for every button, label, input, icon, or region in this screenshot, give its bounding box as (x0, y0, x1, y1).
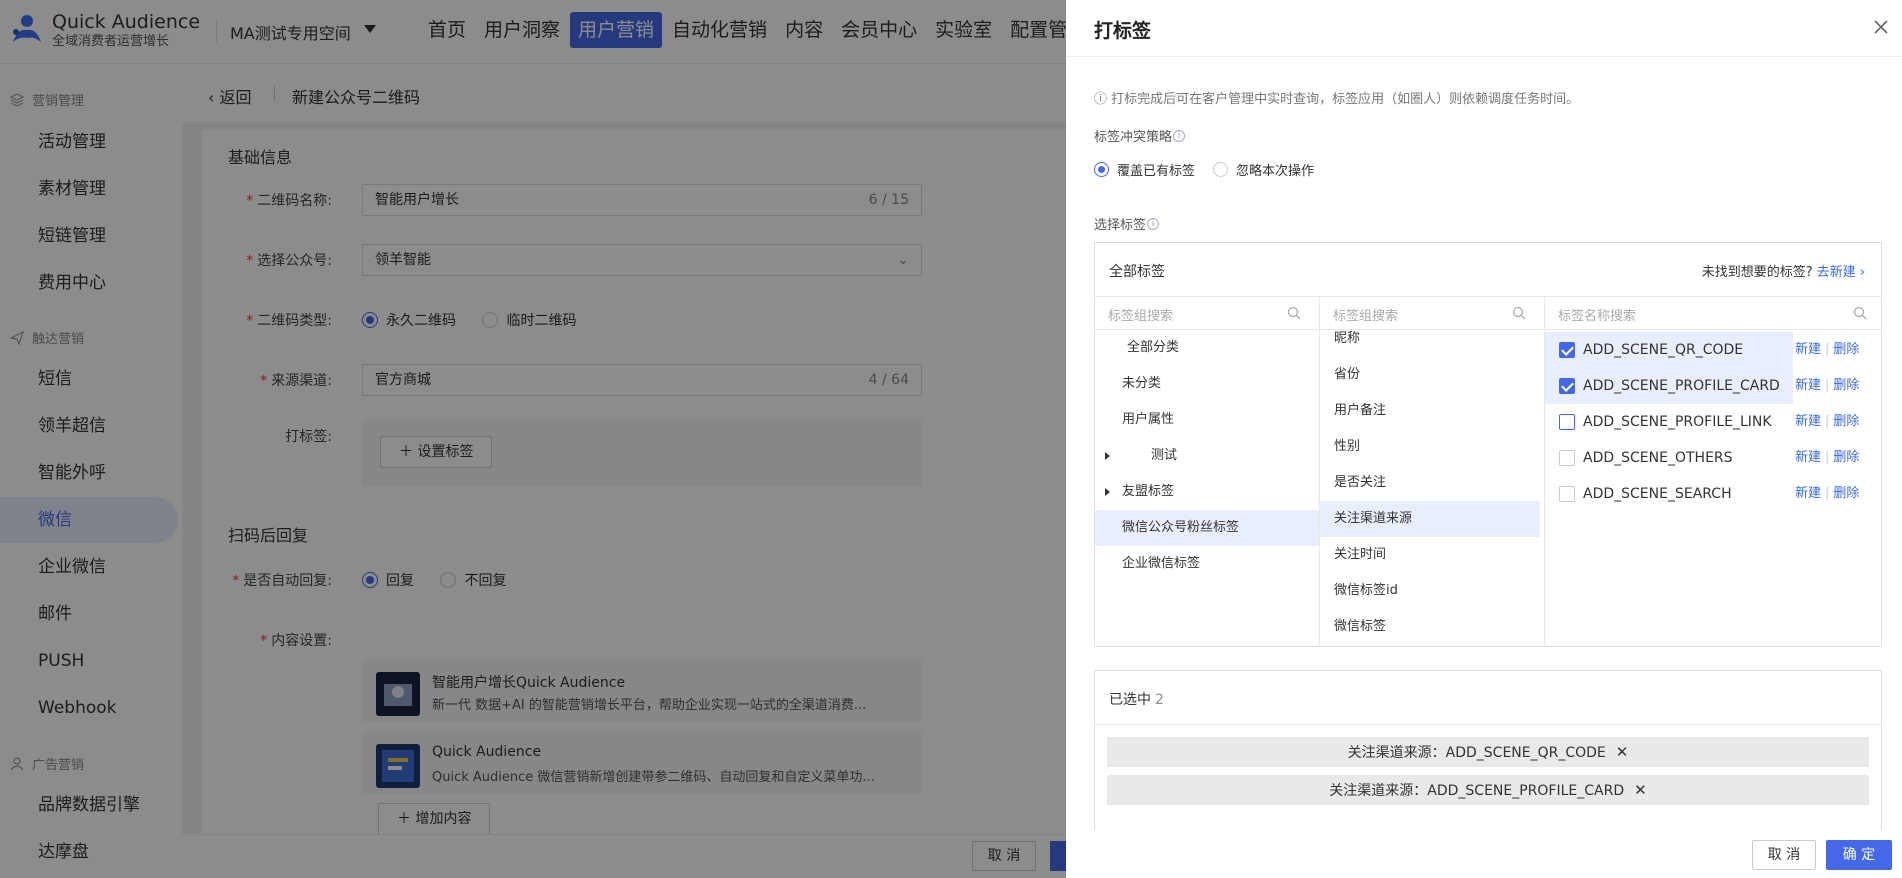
tag-item[interactable]: ADD_SCENE_PROFILE_CARD 新建 | 删除 (1545, 368, 1881, 404)
tag-group-label: 未分类 (1122, 376, 1162, 391)
radio-ignore[interactable]: 忽略本次操作 (1213, 160, 1314, 179)
tag-item[interactable]: ADD_SCENE_SEARCH 新建 | 删除 (1545, 476, 1881, 512)
tag-checkbox[interactable] (1559, 486, 1575, 502)
search-icon (1853, 306, 1867, 320)
tag-group-item[interactable]: 友盟标签 (1095, 474, 1319, 510)
tag-delete-link[interactable]: 删除 (1833, 414, 1859, 429)
tag-item[interactable]: ADD_SCENE_OTHERS 新建 | 删除 (1545, 440, 1881, 476)
tag-actions: 新建 | 删除 (1795, 332, 1859, 368)
tag-label: ADD_SCENE_PROFILE_CARD (1583, 378, 1780, 394)
tag-drawer: 打标签 ⓘ 打标完成后可在客户管理中实时查询，标签应用（如圈人）则依赖调度任务时… (1066, 0, 1902, 878)
tag-subgroup-item[interactable]: 微信标签 (1320, 609, 1544, 645)
tag-new-link[interactable]: 新建 (1795, 378, 1821, 393)
tag-checkbox[interactable] (1559, 342, 1575, 358)
info-icon[interactable]: i (1147, 217, 1160, 230)
selected-tag-chip: 关注渠道来源：ADD_SCENE_PROFILE_CARD ✕ (1107, 775, 1869, 805)
tag-subgroup-item[interactable]: 省份 (1320, 357, 1544, 393)
tag-group-label: 测试 (1151, 448, 1178, 463)
go-create-link[interactable]: 去新建 › (1817, 265, 1865, 280)
remove-chip-icon[interactable]: ✕ (1616, 737, 1629, 767)
tag-delete-link[interactable]: 删除 (1833, 486, 1859, 501)
selected-title: 已选中 2 (1109, 692, 1164, 708)
selected-count: 2 (1155, 692, 1164, 708)
tag-group-column: 标签组搜索 全部分类未分类用户属性测试友盟标签微信公众号粉丝标签 企业微信标签 (1095, 297, 1320, 646)
tag-delete-link[interactable]: 删除 (1833, 450, 1859, 465)
conflict-radio-group: 覆盖已有标签 忽略本次操作 (1094, 160, 1332, 179)
separator: | (1825, 486, 1830, 501)
tag-checkbox[interactable] (1559, 450, 1575, 466)
drawer-title: 打标签 (1094, 20, 1152, 42)
tag-label: ADD_SCENE_SEARCH (1583, 486, 1732, 502)
tag-group-label: 友盟标签 (1122, 484, 1175, 499)
selector-header: 全部标签 未找到想要的标签? 去新建 › (1095, 243, 1881, 297)
tag-new-link[interactable]: 新建 (1795, 342, 1821, 357)
info-icon[interactable]: i (1173, 129, 1186, 142)
tag-delete-link[interactable]: 删除 (1833, 342, 1859, 357)
close-icon[interactable] (1870, 16, 1892, 38)
tag-actions: 新建 | 删除 (1795, 476, 1859, 512)
tag-name-column: 标签名称搜索 ADD_SCENE_QR_CODE 新建 | 删除 ADD_SCENE_P… (1545, 297, 1881, 646)
tag-new-link[interactable]: 新建 (1795, 450, 1821, 465)
expand-arrow-icon[interactable] (1105, 452, 1110, 460)
tag-group-label: 企业微信标签 (1122, 556, 1201, 571)
tag-name-search-input[interactable]: 标签名称搜索 (1545, 297, 1881, 330)
tag-selector: 全部标签 未找到想要的标签? 去新建 › 标签组搜索 全部分类未分类用户属性测试友… (1094, 242, 1882, 647)
selected-header: 已选中 2 (1095, 671, 1881, 725)
tag-subgroup-item[interactable]: 性别 (1320, 429, 1544, 465)
separator: | (1825, 342, 1830, 357)
tag-subgroup-item[interactable]: 关注时间 (1320, 537, 1544, 573)
tag-group-item[interactable]: 未分类 (1095, 366, 1319, 402)
conflict-strategy-label: 标签冲突策略 i (1094, 126, 1186, 145)
tag-group-label: 全部分类 (1127, 340, 1180, 355)
drawer-confirm-button[interactable]: 确 定 (1826, 840, 1892, 870)
divider (1066, 56, 1902, 57)
search-icon (1512, 306, 1526, 320)
separator: | (1825, 450, 1830, 465)
search-icon (1287, 306, 1301, 320)
separator: | (1825, 378, 1830, 393)
tag-group-item[interactable]: 用户属性 (1095, 402, 1319, 438)
tag-actions: 新建 | 删除 (1795, 440, 1859, 476)
tag-subgroup-item[interactable]: 是否关注 (1320, 465, 1544, 501)
expand-arrow-icon[interactable] (1105, 488, 1110, 496)
tag-label: ADD_SCENE_PROFILE_LINK (1583, 414, 1772, 430)
chip-label: 关注渠道来源：ADD_SCENE_PROFILE_CARD (1329, 783, 1625, 799)
tag-group-item[interactable]: 全部分类 (1095, 330, 1319, 366)
selected-tags-box: 已选中 2 关注渠道来源：ADD_SCENE_QR_CODE ✕ 关注渠道来源：ADD… (1094, 670, 1882, 830)
selected-tag-chip: 关注渠道来源：ADD_SCENE_QR_CODE ✕ (1107, 737, 1869, 767)
tag-checkbox[interactable] (1559, 414, 1575, 430)
tag-delete-link[interactable]: 删除 (1833, 378, 1859, 393)
tag-new-link[interactable]: 新建 (1795, 414, 1821, 429)
drawer-note: ⓘ 打标完成后可在客户管理中实时查询，标签应用（如圈人）则依赖调度任务时间。 (1094, 92, 1580, 107)
remove-chip-icon[interactable]: ✕ (1634, 775, 1647, 805)
tag-group-item[interactable]: 微信公众号粉丝标签 (1095, 510, 1319, 546)
tag-subgroup-column: 标签组搜索 昵称 省份 用户备注 性别 是否关注 关注渠道来源 关注时间 微信标签id 微信标签 (1320, 297, 1545, 646)
not-found-hint: 未找到想要的标签? 去新建 › (1701, 265, 1865, 280)
radio-overwrite[interactable]: 覆盖已有标签 (1094, 160, 1195, 179)
tag-subgroup-item[interactable]: 用户备注 (1320, 393, 1544, 429)
tag-actions: 新建 | 删除 (1795, 368, 1859, 404)
drawer-cancel-button[interactable]: 取 消 (1752, 840, 1816, 870)
separator: | (1825, 414, 1830, 429)
tag-group-item[interactable]: 企业微信标签 (1095, 546, 1319, 582)
all-tags-title: 全部标签 (1109, 264, 1165, 280)
tag-label: ADD_SCENE_QR_CODE (1583, 342, 1744, 358)
tag-subgroup-item[interactable]: 关注渠道来源 (1320, 501, 1540, 537)
tag-group-item[interactable]: 测试 (1095, 438, 1319, 474)
tag-group-label: 用户属性 (1122, 412, 1175, 427)
chip-label: 关注渠道来源：ADD_SCENE_QR_CODE (1347, 745, 1606, 761)
select-tags-label: 选择标签 i (1094, 214, 1160, 233)
drawer-footer: 取 消 确 定 (1066, 830, 1902, 878)
tag-subgroup-item[interactable]: 微信标签id (1320, 573, 1544, 609)
tag-group-label: 微信公众号粉丝标签 (1122, 520, 1240, 535)
tag-new-link[interactable]: 新建 (1795, 486, 1821, 501)
tag-label: ADD_SCENE_OTHERS (1583, 450, 1733, 466)
tag-subgroup-item[interactable]: 昵称 (1320, 321, 1544, 357)
tag-item[interactable]: ADD_SCENE_QR_CODE 新建 | 删除 (1545, 332, 1881, 368)
group-search-input[interactable]: 标签组搜索 (1095, 297, 1319, 330)
tag-item[interactable]: ADD_SCENE_PROFILE_LINK 新建 | 删除 (1545, 404, 1881, 440)
tag-actions: 新建 | 删除 (1795, 404, 1859, 440)
tag-checkbox[interactable] (1559, 378, 1575, 394)
